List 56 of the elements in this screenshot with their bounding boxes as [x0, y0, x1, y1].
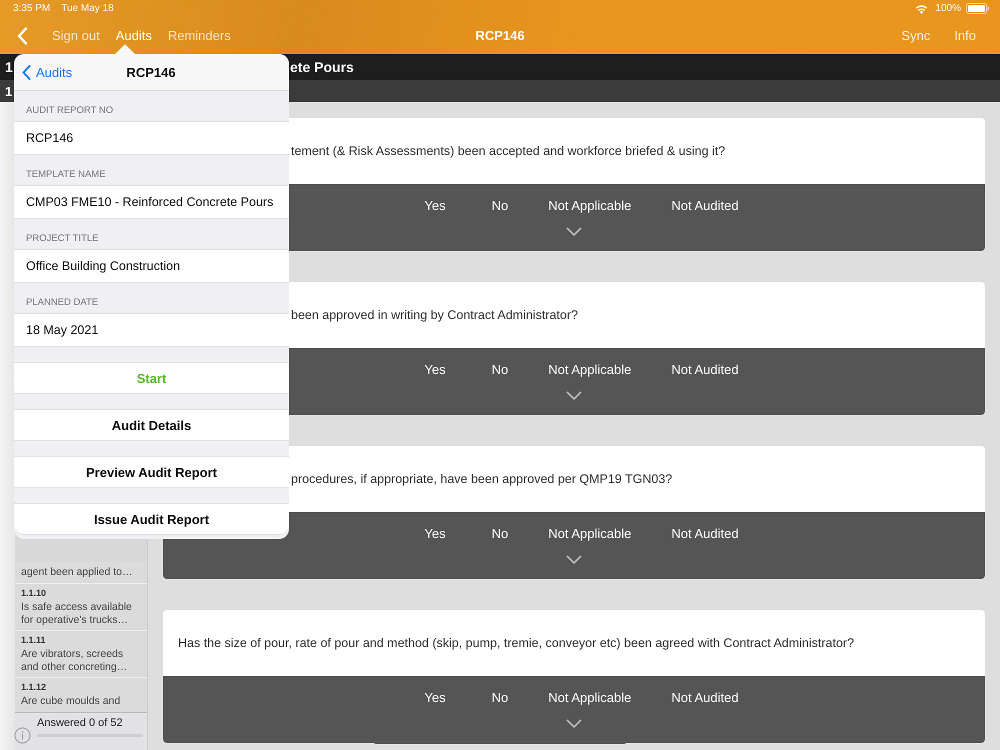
question-summary: Are cube moulds and — [21, 695, 122, 708]
answer-option[interactable]: Not Applicable — [528, 526, 652, 541]
field-value: CMP03 FME10 - Reinforced Concrete Pours — [14, 185, 289, 219]
field-label: TEMPLATE NAME — [26, 169, 106, 180]
answer-option[interactable]: Not Audited — [651, 690, 759, 705]
question-text: Has the size of pour, rate of pour and method (skip, pump, tremie, conveyor etc) been agreed with Contract Administrator? — [178, 636, 854, 650]
answer-option[interactable]: Not Applicable — [528, 362, 652, 377]
back-chevron-icon — [22, 64, 31, 80]
answer-option[interactable]: Yes — [398, 362, 472, 377]
expand-chevron-icon[interactable] — [566, 227, 582, 236]
answer-option[interactable]: Not Applicable — [528, 198, 652, 213]
answer-option[interactable]: Not Audited — [651, 362, 759, 377]
question-summary: agent been applied to… — [21, 566, 134, 580]
answer-option[interactable]: Yes — [398, 526, 472, 541]
answer-option[interactable]: Yes — [398, 198, 472, 213]
field-value: RCP146 — [14, 121, 289, 155]
expand-chevron-icon[interactable] — [566, 719, 582, 728]
question-number: 1.1.11 — [21, 635, 47, 646]
field-label: PROJECT TITLE — [26, 233, 98, 244]
question-number: 1.1.12 — [21, 682, 48, 692]
question-summary: Are vibrators, screeds and other concreting… — [21, 648, 128, 674]
wifi-icon — [915, 4, 928, 14]
answer-option[interactable]: No — [472, 198, 528, 213]
action-button[interactable]: Issue Audit Report — [14, 503, 289, 535]
subsection-number: 1 — [5, 84, 12, 98]
answer-option[interactable]: No — [472, 362, 528, 377]
section-title: ete Pours — [290, 59, 355, 75]
question-number: 1.1.10 — [21, 588, 48, 598]
battery-icon — [966, 3, 990, 14]
back-chevron-icon[interactable] — [17, 26, 28, 44]
answer-option[interactable]: Not Audited — [651, 198, 759, 213]
answer-option[interactable]: Yes — [398, 690, 472, 705]
field-value: 18 May 2021 — [14, 313, 289, 347]
progress-text: Answered 0 of 52 — [37, 717, 124, 729]
expand-chevron-icon[interactable] — [566, 555, 582, 564]
field-label: AUDIT REPORT NO — [26, 105, 114, 116]
answer-option[interactable]: No — [472, 690, 528, 705]
field-label: PLANNED DATE — [26, 297, 98, 308]
answer-option[interactable]: Not Audited — [651, 526, 759, 541]
answer-option[interactable]: No — [472, 526, 528, 541]
battery-percent: 100% — [935, 3, 961, 14]
status-date: Tue May 18 — [61, 3, 114, 14]
action-button[interactable]: Preview Audit Report — [14, 456, 289, 488]
question-text: tement (& Risk Assessments) been accepted and workforce briefed & using it? — [291, 144, 726, 158]
question-summary: Is safe access available for operative's trucks… — [21, 601, 133, 626]
question-text: been approved in writing by Contract Administrator? — [291, 308, 578, 322]
action-button[interactable]: Audit Details — [14, 409, 289, 441]
answer-option[interactable]: Not Applicable — [528, 690, 652, 705]
question-text: procedures, if appropriate, have been approved per QMP19 TGN03? — [291, 472, 672, 486]
field-value: Office Building Construction — [14, 249, 289, 283]
status-time: 3:35 PM — [13, 3, 50, 14]
expand-chevron-icon[interactable] — [566, 391, 582, 400]
popover-title: RCP146 — [126, 64, 176, 80]
section-number: 1 — [5, 59, 14, 75]
back-link[interactable]: Audits — [14, 64, 72, 80]
nav-title: RCP146 — [475, 28, 525, 43]
